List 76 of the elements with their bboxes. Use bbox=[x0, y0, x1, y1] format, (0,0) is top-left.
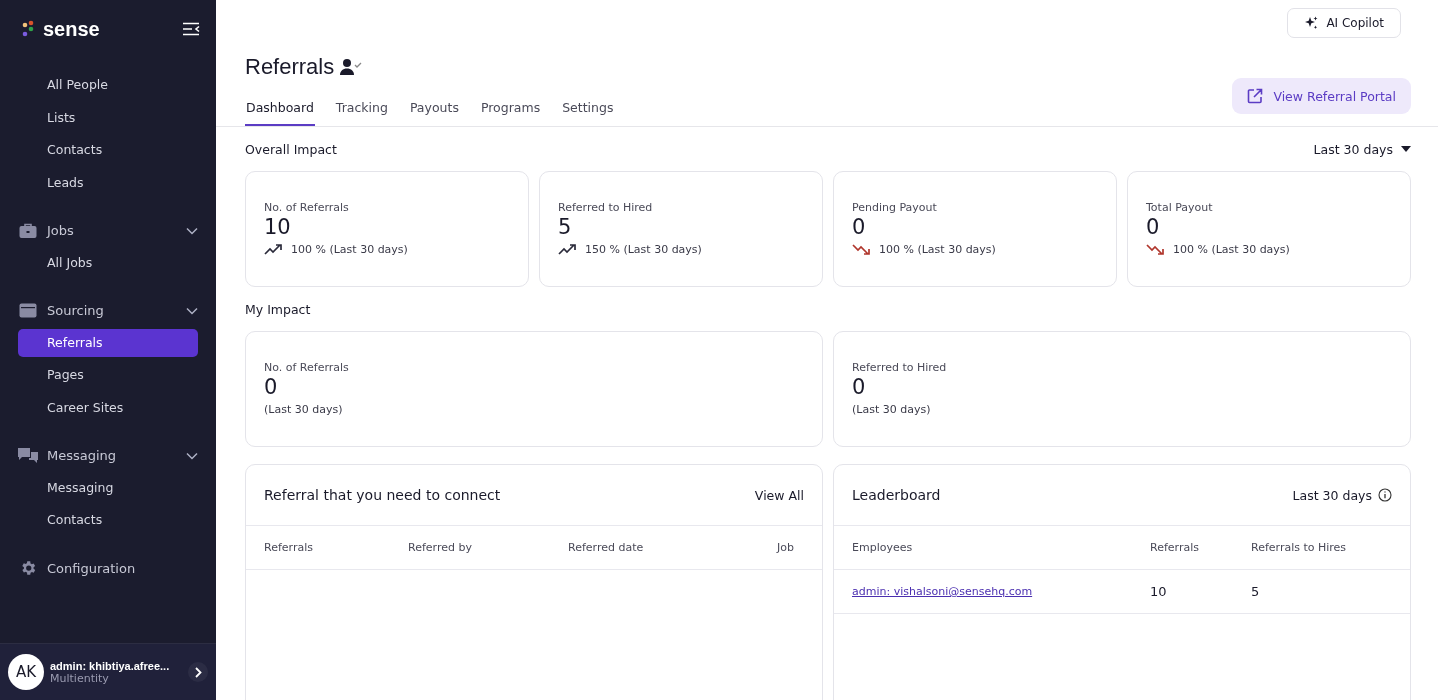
avatar[interactable]: AK bbox=[8, 654, 44, 690]
stat-note: (Last 30 days) bbox=[852, 403, 932, 416]
stat-label: Referred to Hired bbox=[852, 361, 948, 374]
period-label: Last 30 days bbox=[1292, 487, 1372, 503]
tab[interactable]: Dashboard bbox=[245, 94, 315, 126]
ai-copilot-button[interactable]: AI Copilot bbox=[1287, 8, 1401, 38]
column-header: Referred date bbox=[568, 541, 645, 554]
sparkle-icon bbox=[1304, 16, 1319, 30]
view-portal-button[interactable]: View Referral Portal bbox=[1232, 78, 1411, 114]
column-header: Referrals to Hires bbox=[1251, 541, 1348, 554]
caret-icon bbox=[1401, 146, 1411, 152]
period-dropdown[interactable]: Last 30 days bbox=[1313, 141, 1411, 157]
stat-value: 0 bbox=[852, 215, 867, 239]
trend-text: 150 % (Last 30 days) bbox=[585, 243, 702, 256]
table-cell-text: 10 bbox=[1150, 584, 1168, 599]
stat-label: No. of Referrals bbox=[264, 201, 350, 214]
nav-item[interactable]: Contacts bbox=[18, 136, 198, 164]
stat-value: 5 bbox=[558, 215, 573, 239]
stat-value: 10 bbox=[264, 215, 292, 239]
page-title: Referrals bbox=[245, 54, 335, 80]
external-link-icon bbox=[1247, 88, 1264, 104]
column-header: Referred by bbox=[408, 541, 473, 554]
nav-item[interactable]: All People bbox=[18, 71, 198, 99]
nav-item[interactable]: Pages bbox=[18, 361, 198, 389]
chevron-icon bbox=[186, 226, 198, 235]
stat-value: 0 bbox=[1146, 215, 1161, 239]
user-org: Multientity bbox=[50, 671, 109, 685]
stat-value: 0 bbox=[852, 375, 867, 399]
column-header: Employees bbox=[852, 541, 914, 554]
info-icon[interactable] bbox=[1378, 488, 1392, 502]
user-check-icon bbox=[340, 58, 363, 76]
collapse-menu-icon[interactable] bbox=[182, 22, 200, 36]
nav-item[interactable]: All Jobs bbox=[18, 248, 198, 277]
tab[interactable]: Settings bbox=[561, 94, 615, 126]
stat-label: No. of Referrals bbox=[264, 361, 350, 374]
user-name: admin: khibtiya.afree... bbox=[50, 659, 170, 672]
stat-note: (Last 30 days) bbox=[264, 403, 344, 416]
trend-text: 100 % (Last 30 days) bbox=[879, 243, 996, 256]
nav-group[interactable]: Messaging bbox=[0, 437, 216, 474]
nav-item[interactable]: Referrals bbox=[18, 328, 198, 357]
briefcase-icon bbox=[17, 222, 39, 239]
section-title: Overall Impact bbox=[245, 141, 337, 157]
chat-bubbles-icon bbox=[17, 447, 39, 464]
stat-value: 0 bbox=[264, 375, 279, 399]
nav-item[interactable]: Career Sites bbox=[18, 393, 198, 422]
card-title: Referral that you need to connect bbox=[264, 487, 501, 503]
nav-item[interactable]: Leads bbox=[18, 168, 198, 197]
tab[interactable]: Programs bbox=[479, 94, 542, 126]
nav-item[interactable]: Contacts bbox=[18, 506, 198, 534]
column-header: Referrals bbox=[1150, 541, 1200, 554]
card-title: Leaderboard bbox=[852, 487, 941, 503]
nav-item[interactable]: Messaging bbox=[18, 473, 198, 502]
expand-user-button[interactable] bbox=[188, 662, 208, 682]
chevron-right-icon bbox=[194, 666, 202, 678]
stat-label: Total Payout bbox=[1146, 201, 1214, 214]
view-all-link[interactable]: View All bbox=[754, 487, 804, 503]
brand-logo: sense bbox=[43, 17, 100, 41]
column-header: Job bbox=[775, 541, 795, 554]
tab[interactable]: Tracking bbox=[334, 94, 389, 126]
tab[interactable]: Payouts bbox=[408, 94, 460, 126]
chevron-icon bbox=[186, 451, 198, 460]
nav-group[interactable]: Configuration bbox=[0, 550, 216, 586]
nav-group[interactable]: Jobs bbox=[0, 212, 216, 249]
stat-label: Referred to Hired bbox=[558, 201, 654, 214]
nav-item[interactable]: Lists bbox=[18, 103, 198, 132]
chevron-icon bbox=[186, 306, 198, 315]
employee-link[interactable]: admin: vishalsoni@sensehq.com bbox=[852, 585, 1150, 598]
window-icon bbox=[17, 303, 39, 318]
table-cell-text: 5 bbox=[1251, 584, 1261, 599]
dots-logo-icon bbox=[22, 20, 36, 38]
trend-text: 100 % (Last 30 days) bbox=[1173, 243, 1290, 256]
trend-text: 100 % (Last 30 days) bbox=[291, 243, 408, 256]
stat-label: Pending Payout bbox=[852, 201, 938, 214]
section-title: My Impact bbox=[245, 301, 311, 317]
nav-group[interactable]: Sourcing bbox=[0, 292, 216, 329]
column-header: Referrals bbox=[264, 541, 314, 554]
